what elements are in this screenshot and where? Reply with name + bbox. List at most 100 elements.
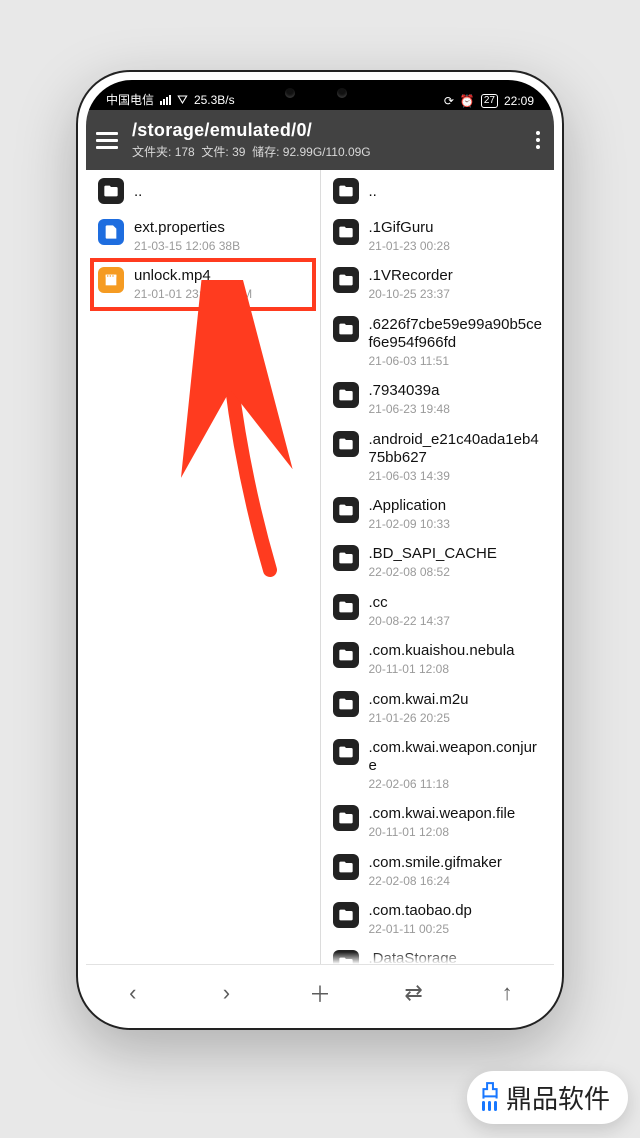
folder-item[interactable]: .BD_SAPI_CACHE 22-02-08 08:52 — [321, 538, 555, 586]
bottom-toolbar: ‹ › ＋ ⇄ ↑ — [86, 964, 554, 1020]
menu-button[interactable] — [96, 132, 118, 149]
forward-button[interactable]: › — [206, 980, 246, 1006]
item-name: .com.taobao.dp — [369, 902, 472, 920]
folder-item[interactable]: .7934039a 21-06-23 19:48 — [321, 375, 555, 423]
folder-icon — [333, 178, 359, 204]
item-meta: 22-02-08 08:52 — [369, 565, 497, 579]
screen: 中国电信 ⛛ 25.3B/s ⟳ ⏰ 27 22:09 /storage/emu… — [86, 80, 554, 1020]
swap-button[interactable]: ⇄ — [394, 980, 434, 1006]
item-name: .com.kwai.m2u — [369, 691, 469, 709]
item-meta: 20-11-01 12:08 — [369, 662, 515, 676]
watermark-logo-icon: 凸 — [481, 1084, 498, 1110]
phone-frame: 中国电信 ⛛ 25.3B/s ⟳ ⏰ 27 22:09 /storage/emu… — [76, 70, 564, 1030]
item-name: .1VRecorder — [369, 267, 453, 285]
vibrate-icon: ⟳ — [444, 94, 454, 108]
battery-level: 27 — [481, 94, 498, 108]
watermark-badge: 凸 鼎品软件 — [467, 1071, 628, 1124]
right-panel: .. .1GifGuru 21-01-23 00:28 .1VRecorder 20-… — [320, 170, 555, 964]
item-name: .BD_SAPI_CACHE — [369, 545, 497, 563]
parent-dir-left[interactable]: .. — [86, 170, 320, 212]
folder-item[interactable]: .6226f7cbe59e99a90b5cef6e954f966fd 21-06-… — [321, 309, 555, 375]
folder-icon — [333, 950, 359, 964]
item-meta: 20-11-01 12:08 — [369, 825, 516, 839]
folder-item[interactable]: .DataStorage22-02-09 22:03 — [321, 943, 555, 964]
item-meta: 21-01-23 00:28 — [369, 239, 450, 253]
item-meta: 21-01-26 20:25 — [369, 711, 469, 725]
video-icon — [98, 267, 124, 293]
parent-dir-right[interactable]: .. — [321, 170, 555, 212]
folder-icon — [333, 642, 359, 668]
item-name: .Application — [369, 497, 450, 515]
folder-icon — [333, 691, 359, 717]
folder-item[interactable]: .android_e21c40ada1eb475bb627 21-06-03 14… — [321, 424, 555, 490]
file-item[interactable]: unlock.mp4 21-01-01 23:20 8.87M — [86, 260, 320, 308]
folder-item[interactable]: .com.kwai.weapon.conjure 22-02-06 11:18 — [321, 732, 555, 798]
display-notch — [245, 80, 395, 106]
item-meta: 21-02-09 10:33 — [369, 517, 450, 531]
item-meta: 21-01-01 23:20 8.87M — [134, 287, 252, 301]
item-name: .6226f7cbe59e99a90b5cef6e954f966fd — [369, 316, 545, 352]
folder-icon — [333, 382, 359, 408]
folder-icon — [333, 594, 359, 620]
item-name: .cc — [369, 594, 450, 612]
item-name: .com.smile.gifmaker — [369, 854, 502, 872]
wifi-icon: ⛛ — [177, 92, 188, 108]
signal-icon — [160, 95, 171, 105]
folder-icon — [333, 267, 359, 293]
folder-icon — [333, 902, 359, 928]
folder-item[interactable]: .1GifGuru 21-01-23 00:28 — [321, 212, 555, 260]
item-meta: 20-08-22 14:37 — [369, 614, 450, 628]
folder-icon — [98, 178, 124, 204]
folder-icon — [333, 497, 359, 523]
folder-item[interactable]: .com.kwai.weapon.file 20-11-01 12:08 — [321, 798, 555, 846]
alarm-icon: ⏰ — [460, 94, 475, 108]
add-button[interactable]: ＋ — [300, 977, 340, 1009]
item-meta: 21-06-23 19:48 — [369, 402, 450, 416]
folder-item[interactable]: .1VRecorder 20-10-25 23:37 — [321, 260, 555, 308]
up-button[interactable]: ↑ — [487, 980, 527, 1006]
item-meta: 20-10-25 23:37 — [369, 287, 453, 301]
folder-item[interactable]: .com.kuaishou.nebula 20-11-01 12:08 — [321, 635, 555, 683]
back-button[interactable]: ‹ — [113, 980, 153, 1006]
network-speed: 25.3B/s — [194, 93, 235, 107]
folder-item[interactable]: .com.kwai.m2u 21-01-26 20:25 — [321, 684, 555, 732]
item-meta: 21-03-15 12:06 38B — [134, 239, 240, 253]
item-meta: 22-02-06 11:18 — [369, 777, 545, 791]
item-name: .DataStorage — [369, 950, 457, 964]
folder-item[interactable]: .com.smile.gifmaker 22-02-08 16:24 — [321, 847, 555, 895]
current-path[interactable]: /storage/emulated/0/ — [132, 120, 371, 141]
item-name: .1GifGuru — [369, 219, 450, 237]
watermark-text: 鼎品软件 — [506, 1079, 610, 1116]
parent-dir-label: .. — [134, 183, 142, 200]
item-meta: 21-06-03 14:39 — [369, 469, 545, 483]
file-columns: .. ext.properties 21-03-15 12:06 38B unloc… — [86, 170, 554, 964]
item-name: .com.kwai.weapon.conjure — [369, 739, 545, 775]
item-name: .com.kwai.weapon.file — [369, 805, 516, 823]
clock: 22:09 — [504, 94, 534, 108]
item-meta: 21-06-03 11:51 — [369, 354, 545, 368]
folder-item[interactable]: .Application 21-02-09 10:33 — [321, 490, 555, 538]
folder-stats: 文件夹: 178 文件: 39 储存: 92.99G/110.09G — [132, 143, 371, 160]
more-options-button[interactable] — [536, 131, 540, 149]
parent-dir-label: .. — [369, 183, 377, 200]
item-name: unlock.mp4 — [134, 267, 252, 285]
folder-item[interactable]: .cc 20-08-22 14:37 — [321, 587, 555, 635]
folder-item[interactable]: .com.taobao.dp 22-01-11 00:25 — [321, 895, 555, 943]
folder-icon — [333, 316, 359, 342]
app-header: /storage/emulated/0/ 文件夹: 178 文件: 39 储存:… — [86, 110, 554, 170]
folder-icon — [333, 805, 359, 831]
folder-icon — [333, 545, 359, 571]
item-name: .com.kuaishou.nebula — [369, 642, 515, 660]
folder-icon — [333, 431, 359, 457]
item-name: .android_e21c40ada1eb475bb627 — [369, 431, 545, 467]
left-panel: .. ext.properties 21-03-15 12:06 38B unloc… — [86, 170, 320, 964]
item-name: .7934039a — [369, 382, 450, 400]
carrier-label: 中国电信 — [106, 91, 154, 108]
item-meta: 22-02-08 16:24 — [369, 874, 502, 888]
item-meta: 22-01-11 00:25 — [369, 922, 472, 936]
folder-icon — [333, 739, 359, 765]
file-item[interactable]: ext.properties 21-03-15 12:06 38B — [86, 212, 320, 260]
item-name: ext.properties — [134, 219, 240, 237]
folder-icon — [333, 854, 359, 880]
document-icon — [98, 219, 124, 245]
